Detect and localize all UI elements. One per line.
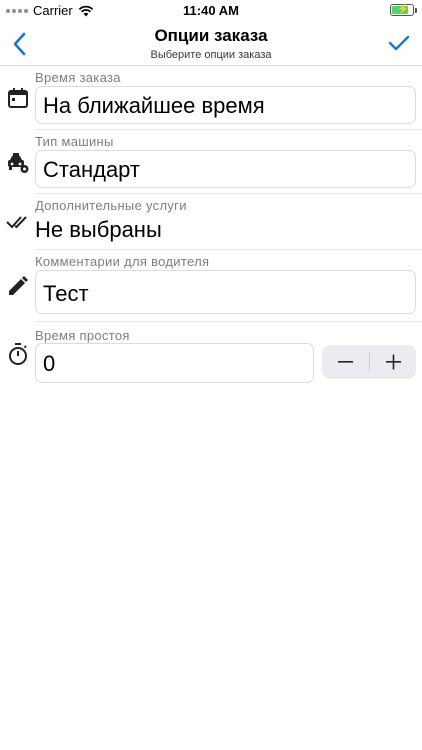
car-type-field[interactable]: Стандарт xyxy=(35,150,416,188)
order-time-field[interactable]: На ближайшее время xyxy=(35,86,416,124)
car-type-value: Стандарт xyxy=(43,157,141,182)
order-time-row: Время заказа На ближайшее время xyxy=(0,66,422,130)
order-time-label: Время заказа xyxy=(35,70,121,85)
back-chevron-icon[interactable] xyxy=(8,30,32,58)
car-type-label: Тип машины xyxy=(35,134,114,149)
extras-row[interactable]: Дополнительные услуги Не выбраны xyxy=(0,194,422,250)
nav-titles: Опции заказа Выберите опции заказа xyxy=(60,26,362,62)
status-time: 11:40 AM xyxy=(183,3,239,18)
idle-time-stepper xyxy=(322,345,416,379)
pencil-icon xyxy=(9,276,28,295)
done-check-icon[interactable] xyxy=(386,30,412,56)
comment-row: Комментарии для водителя Тест xyxy=(0,250,422,322)
taxi-settings-icon xyxy=(8,153,29,173)
extras-value: Не выбраны xyxy=(35,217,162,242)
battery-icon: ⚡ xyxy=(390,4,417,16)
idle-time-label: Время простоя xyxy=(35,328,130,343)
idle-time-row: Время простоя 0 xyxy=(0,322,422,386)
idle-time-field[interactable]: 0 xyxy=(35,343,314,383)
calendar-icon xyxy=(8,88,28,108)
minus-icon[interactable] xyxy=(322,345,369,379)
car-type-row: Тип машины Стандарт xyxy=(0,130,422,194)
comment-label: Комментарии для водителя xyxy=(35,254,210,269)
timer-icon xyxy=(9,343,27,365)
comment-field[interactable]: Тест xyxy=(35,270,416,314)
page-title: Опции заказа xyxy=(154,26,268,45)
double-check-icon xyxy=(6,216,27,229)
comment-value: Тест xyxy=(43,281,89,306)
idle-time-value: 0 xyxy=(43,351,56,376)
status-bar: Carrier 11:40 AM ⚡ xyxy=(0,0,422,22)
extras-label: Дополнительные услуги xyxy=(35,198,187,213)
order-time-value: На ближайшее время xyxy=(43,93,265,118)
navigation-bar: Опции заказа Выберите опции заказа xyxy=(0,22,422,66)
plus-icon[interactable] xyxy=(370,345,416,379)
page-subtitle: Выберите опции заказа xyxy=(150,49,272,61)
